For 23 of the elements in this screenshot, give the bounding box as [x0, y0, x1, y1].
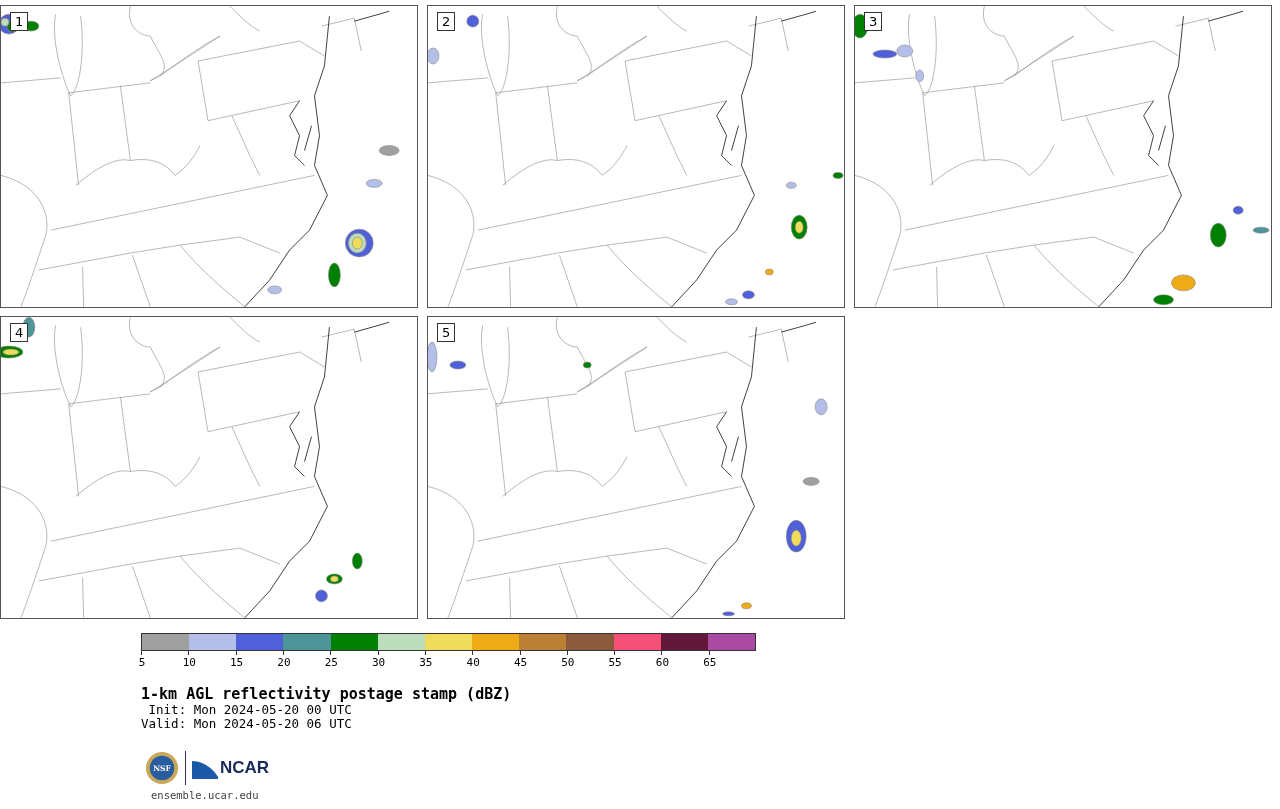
tick-label: 30 [371, 656, 386, 669]
panel-number: 1 [10, 12, 29, 31]
tick-label: 5 [138, 656, 146, 669]
panel-number: 4 [10, 323, 29, 342]
tick-label: 10 [182, 656, 196, 669]
ncar-logo-text: NCAR [220, 758, 270, 778]
tick-label: 25 [324, 656, 338, 669]
tick-label: 40 [466, 656, 480, 669]
tick-label: 55 [608, 656, 622, 669]
tick-label: 15 [230, 656, 244, 669]
tick-label: 20 [277, 656, 291, 669]
tick-label: 45 [513, 656, 528, 669]
chart-title: 1-km AGL reflectivity postage stamp (dBZ) [141, 685, 513, 703]
panel-number: 5 [437, 323, 456, 342]
panel-number: 3 [864, 12, 883, 31]
tick-label: 65 [703, 656, 717, 669]
init-time: Init: Mon 2024-05-20 00 UTC [147, 703, 353, 717]
tick-label: 35 [419, 656, 433, 669]
panel-number: 2 [437, 12, 456, 31]
website-url: ensemble.ucar.edu [151, 789, 260, 801]
valid-time: Valid: Mon 2024-05-20 06 UTC [141, 717, 353, 731]
tick-label: 60 [655, 656, 670, 669]
tick-label: 50 [561, 656, 575, 669]
